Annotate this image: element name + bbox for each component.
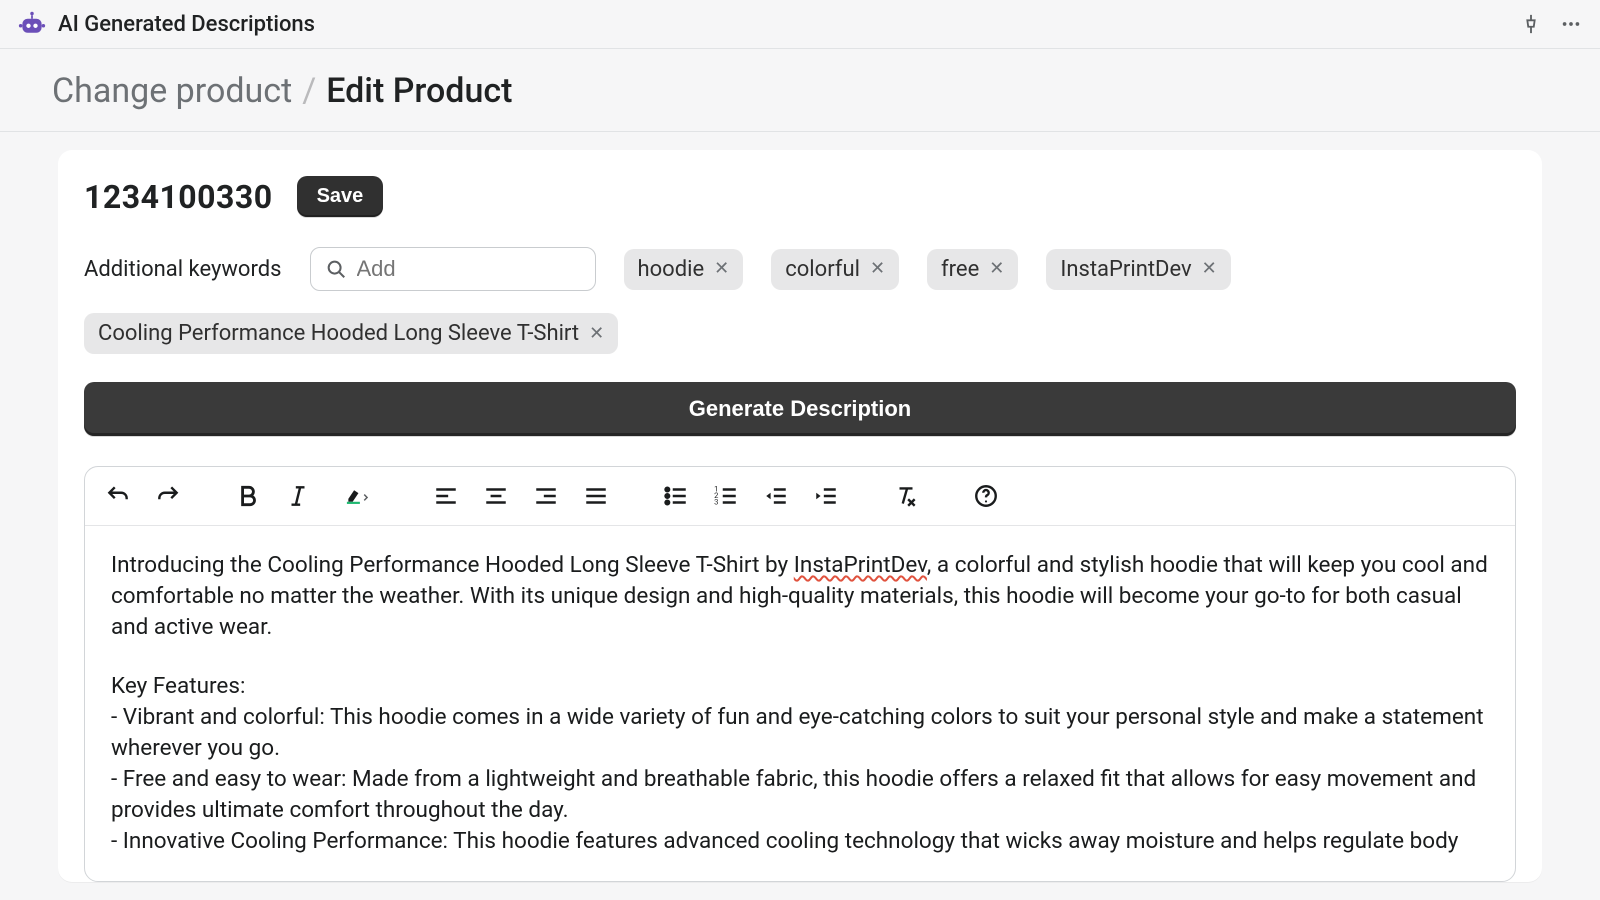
title-row: 1234100330 Save [84,176,1516,217]
bullet-list-icon[interactable] [661,481,691,511]
editor-content[interactable]: Introducing the Cooling Performance Hood… [85,526,1515,881]
indent-icon[interactable] [811,481,841,511]
keyword-input-wrap[interactable] [310,247,596,291]
search-icon [325,258,347,280]
highlight-icon[interactable] [333,481,381,511]
align-left-icon[interactable] [431,481,461,511]
app-topbar: AI Generated Descriptions [0,0,1600,48]
keyword-tag: Cooling Performance Hooded Long Sleeve T… [84,313,618,354]
topbar-right [1520,13,1582,35]
help-icon[interactable] [971,481,1001,511]
clear-format-icon[interactable] [891,481,921,511]
numbered-list-icon[interactable]: 123 [711,481,741,511]
features-heading: Key Features: [111,671,1489,702]
redo-icon[interactable] [153,481,183,511]
outdent-icon[interactable] [761,481,791,511]
more-icon[interactable] [1560,13,1582,35]
save-button[interactable]: Save [297,176,384,217]
keyword-tag: free ✕ [927,249,1018,290]
close-icon[interactable]: ✕ [714,260,729,278]
robot-icon [18,10,46,38]
keyword-tag: hoodie ✕ [624,249,744,290]
keyword-input[interactable] [357,256,581,282]
italic-icon[interactable] [283,481,313,511]
breadcrumb-prev[interactable]: Change product [52,71,292,111]
app-title: AI Generated Descriptions [58,12,315,37]
close-icon[interactable]: ✕ [1202,260,1217,278]
tag-label: Cooling Performance Hooded Long Sleeve T… [98,321,579,346]
rich-text-editor: 123 [84,466,1516,882]
align-center-icon[interactable] [481,481,511,511]
generate-button[interactable]: Generate Description [84,382,1516,436]
feature-item: - Vibrant and colorful: This hoodie come… [111,702,1489,764]
align-right-icon[interactable] [531,481,561,511]
topbar-left: AI Generated Descriptions [18,10,315,38]
product-id: 1234100330 [84,178,273,216]
undo-icon[interactable] [103,481,133,511]
breadcrumb-separator: / [302,71,316,111]
blank-line [111,643,1489,671]
feature-item: - Innovative Cooling Performance: This h… [111,826,1489,857]
editor-toolbar: 123 [85,467,1515,526]
close-icon[interactable]: ✕ [870,260,885,278]
tags-row-2: Cooling Performance Hooded Long Sleeve T… [84,313,1516,354]
align-justify-icon[interactable] [581,481,611,511]
breadcrumb-current: Edit Product [326,71,512,111]
paragraph: Introducing the Cooling Performance Hood… [111,550,1489,643]
breadcrumb: Change product / Edit Product [0,49,1600,131]
keywords-label: Additional keywords [84,257,282,282]
keyword-tag: colorful ✕ [771,249,899,290]
keyword-tag: InstaPrintDev ✕ [1046,249,1230,290]
tag-label: free [941,257,979,282]
spellcheck-word: InstaPrintDev [794,552,927,578]
svg-text:3: 3 [714,498,718,507]
feature-item: - Free and easy to wear: Made from a lig… [111,764,1489,826]
divider [0,131,1600,132]
tags-row-1: hoodie ✕ colorful ✕ free ✕ InstaPrintDev… [624,249,1231,290]
tag-label: colorful [785,257,860,282]
edit-card: 1234100330 Save Additional keywords hood… [58,150,1542,882]
text: Introducing the Cooling Performance Hood… [111,552,794,578]
tag-label: hoodie [638,257,705,282]
bold-icon[interactable] [233,481,263,511]
pin-icon[interactable] [1520,13,1542,35]
close-icon[interactable]: ✕ [589,325,604,343]
keywords-row: Additional keywords hoodie ✕ colorful ✕ … [84,247,1516,291]
close-icon[interactable]: ✕ [989,260,1004,278]
tag-label: InstaPrintDev [1060,257,1191,282]
